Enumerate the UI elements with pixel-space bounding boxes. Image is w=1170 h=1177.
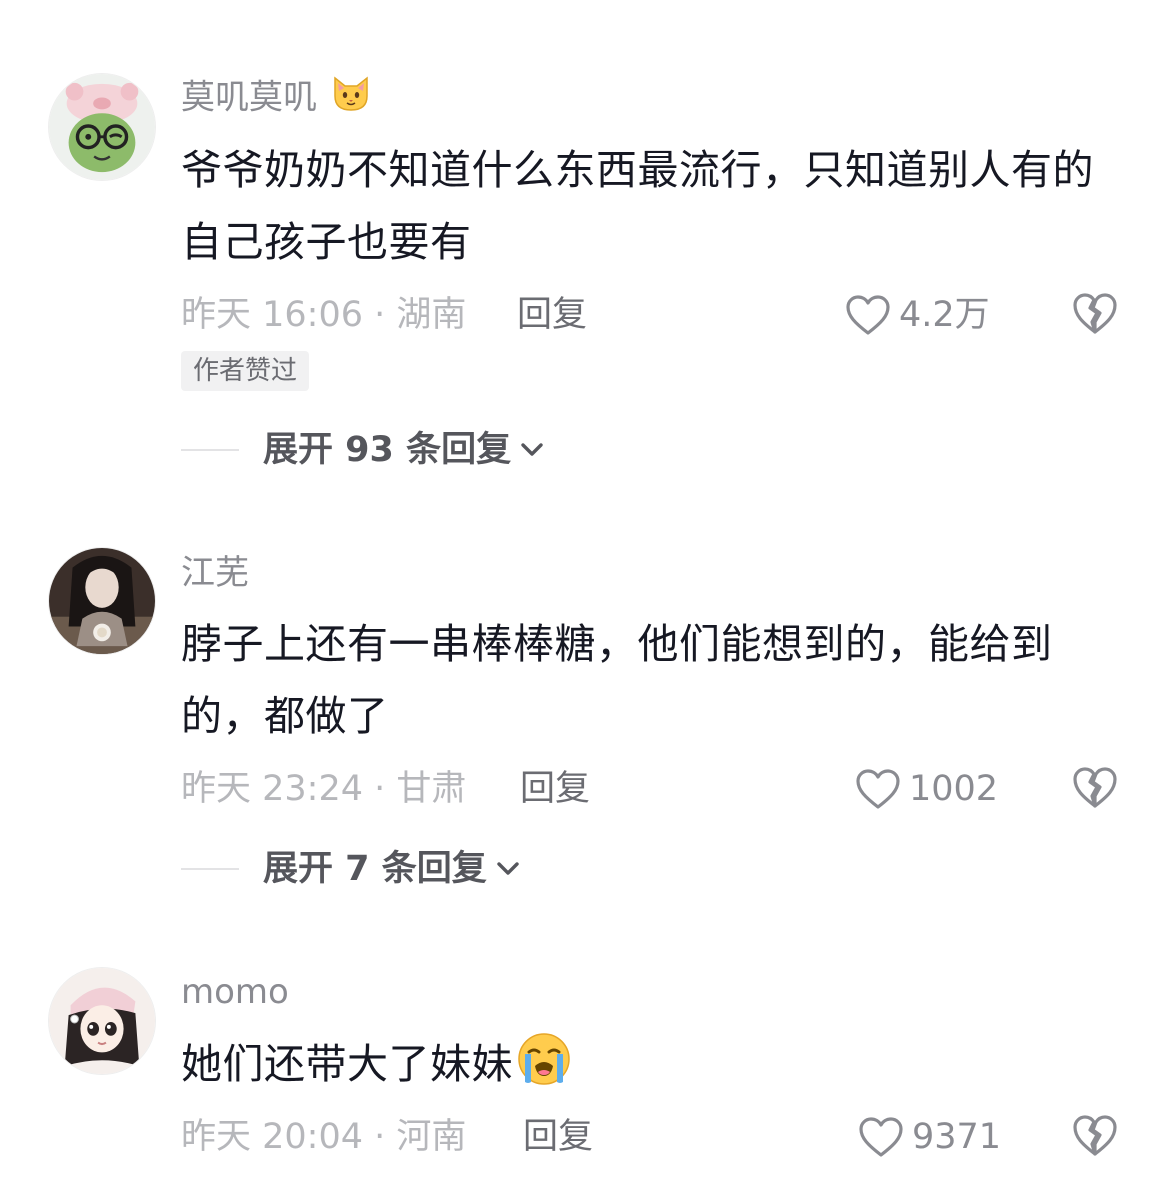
comment-text: 脖子上还有一串棒棒糖，他们能想到的，能给到的，都做了 [181,620,1053,740]
avatar[interactable] [48,547,156,655]
comment-text: 爷爷奶奶不知道什么东西最流行，只知道别人有的自己孩子也要有 [181,146,1094,266]
comment-meta: 昨天 20:04 · 河南 [181,1117,467,1157]
dislike-button[interactable] [1072,1113,1118,1157]
dislike-button[interactable] [1072,765,1118,809]
reply-button[interactable]: 回复 [523,1113,593,1161]
chevron-down-icon [497,862,519,875]
dislike-button[interactable] [1072,291,1118,335]
chevron-down-icon [521,443,543,456]
username[interactable]: 莫叽莫叽 [181,74,371,124]
comment-text-body: 她们还带大了妹妹 [181,1040,513,1088]
username[interactable]: momo [181,969,289,1015]
expand-replies-label: 展开 93 条回复 [263,430,512,470]
avatar-image [49,968,155,1074]
username[interactable]: 江芜 [181,550,249,596]
broken-heart-icon [1073,1115,1117,1156]
divider [181,868,239,870]
avatar-image [49,74,155,180]
comment-meta: 昨天 23:24 · 甘肃 [181,769,467,809]
like-count: 4.2万 [899,295,990,335]
expand-replies-label: 展开 7 条回复 [263,849,487,889]
heart-outline-icon [859,1117,903,1157]
username-text[interactable]: 莫叽莫叽 [181,78,317,118]
like-button[interactable]: 1002 [855,765,998,813]
cat-face-emoji [331,74,371,124]
comment-meta: 昨天 16:06 · 湖南 [181,295,467,335]
author-liked-badge: 作者赞过 [181,351,310,391]
reply-button[interactable]: 回复 [520,765,590,813]
like-button[interactable]: 4.2万 [845,291,990,339]
like-count: 1002 [909,769,999,809]
broken-heart-icon [1073,767,1117,808]
heart-outline-icon [856,769,900,809]
avatar-image [49,548,155,654]
divider [181,449,239,451]
comment-text: 她们还带大了妹妹 [181,1028,1111,1108]
avatar[interactable] [48,73,156,181]
comment-item: 莫叽莫叽 爷爷奶奶不知道什么东西最流行，只知道别人有的自己孩子也要有 昨天 16… [0,0,1170,500]
broken-heart-icon [1073,293,1117,334]
reply-button[interactable]: 回复 [517,291,587,339]
expand-replies-button[interactable]: 展开 7 条回复 [181,845,521,893]
like-button[interactable]: 9371 [858,1113,1001,1161]
heart-outline-icon [846,295,890,335]
expand-replies-button[interactable]: 展开 93 条回复 [181,426,545,474]
like-count: 9371 [912,1117,1002,1157]
avatar[interactable] [48,967,156,1075]
loudly-crying-face-emoji [515,1032,573,1108]
